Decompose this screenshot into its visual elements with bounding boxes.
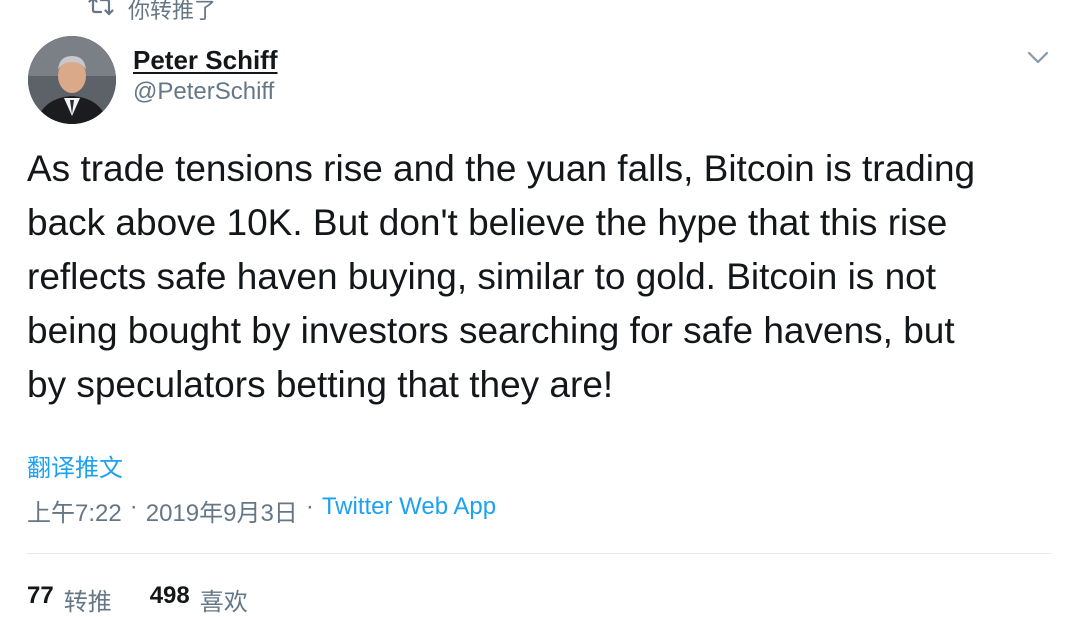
likes-label: 喜欢 bbox=[199, 589, 248, 616]
translate-tweet-link[interactable]: 翻译推文 bbox=[27, 448, 123, 483]
likes-count: 498 bbox=[149, 582, 190, 609]
tweet-date[interactable]: 2019年9月3日 bbox=[146, 493, 298, 528]
divider bbox=[27, 553, 1052, 554]
author-block: Peter Schiff @PeterSchiff bbox=[133, 44, 278, 108]
tweet-metadata: 上午7:22 · 2019年9月3日 · Twitter Web App bbox=[27, 493, 496, 528]
tweet-time[interactable]: 上午7:22 bbox=[27, 493, 122, 528]
retweet-icon bbox=[88, 0, 114, 23]
tweet-source-link[interactable]: Twitter Web App bbox=[322, 493, 496, 528]
retweet-context-label: 你转推了 bbox=[128, 0, 217, 23]
retweets-stat[interactable]: 77 转推 bbox=[27, 582, 112, 617]
tweet-text: As trade tensions rise and the yuan fall… bbox=[27, 148, 976, 405]
likes-stat[interactable]: 498 喜欢 bbox=[150, 582, 248, 617]
avatar[interactable] bbox=[28, 36, 116, 124]
meta-separator: · bbox=[129, 493, 138, 520]
retweet-context: 你转推了 bbox=[88, 0, 216, 26]
author-display-name[interactable]: Peter Schiff bbox=[133, 44, 278, 76]
chevron-down-icon[interactable] bbox=[1026, 50, 1050, 66]
tweet-stats: 77 转推 498 喜欢 bbox=[27, 582, 248, 617]
retweets-label: 转推 bbox=[63, 589, 112, 616]
author-handle[interactable]: @PeterSchiff bbox=[133, 76, 278, 108]
meta-separator: · bbox=[305, 493, 314, 520]
retweets-count: 77 bbox=[27, 582, 54, 609]
